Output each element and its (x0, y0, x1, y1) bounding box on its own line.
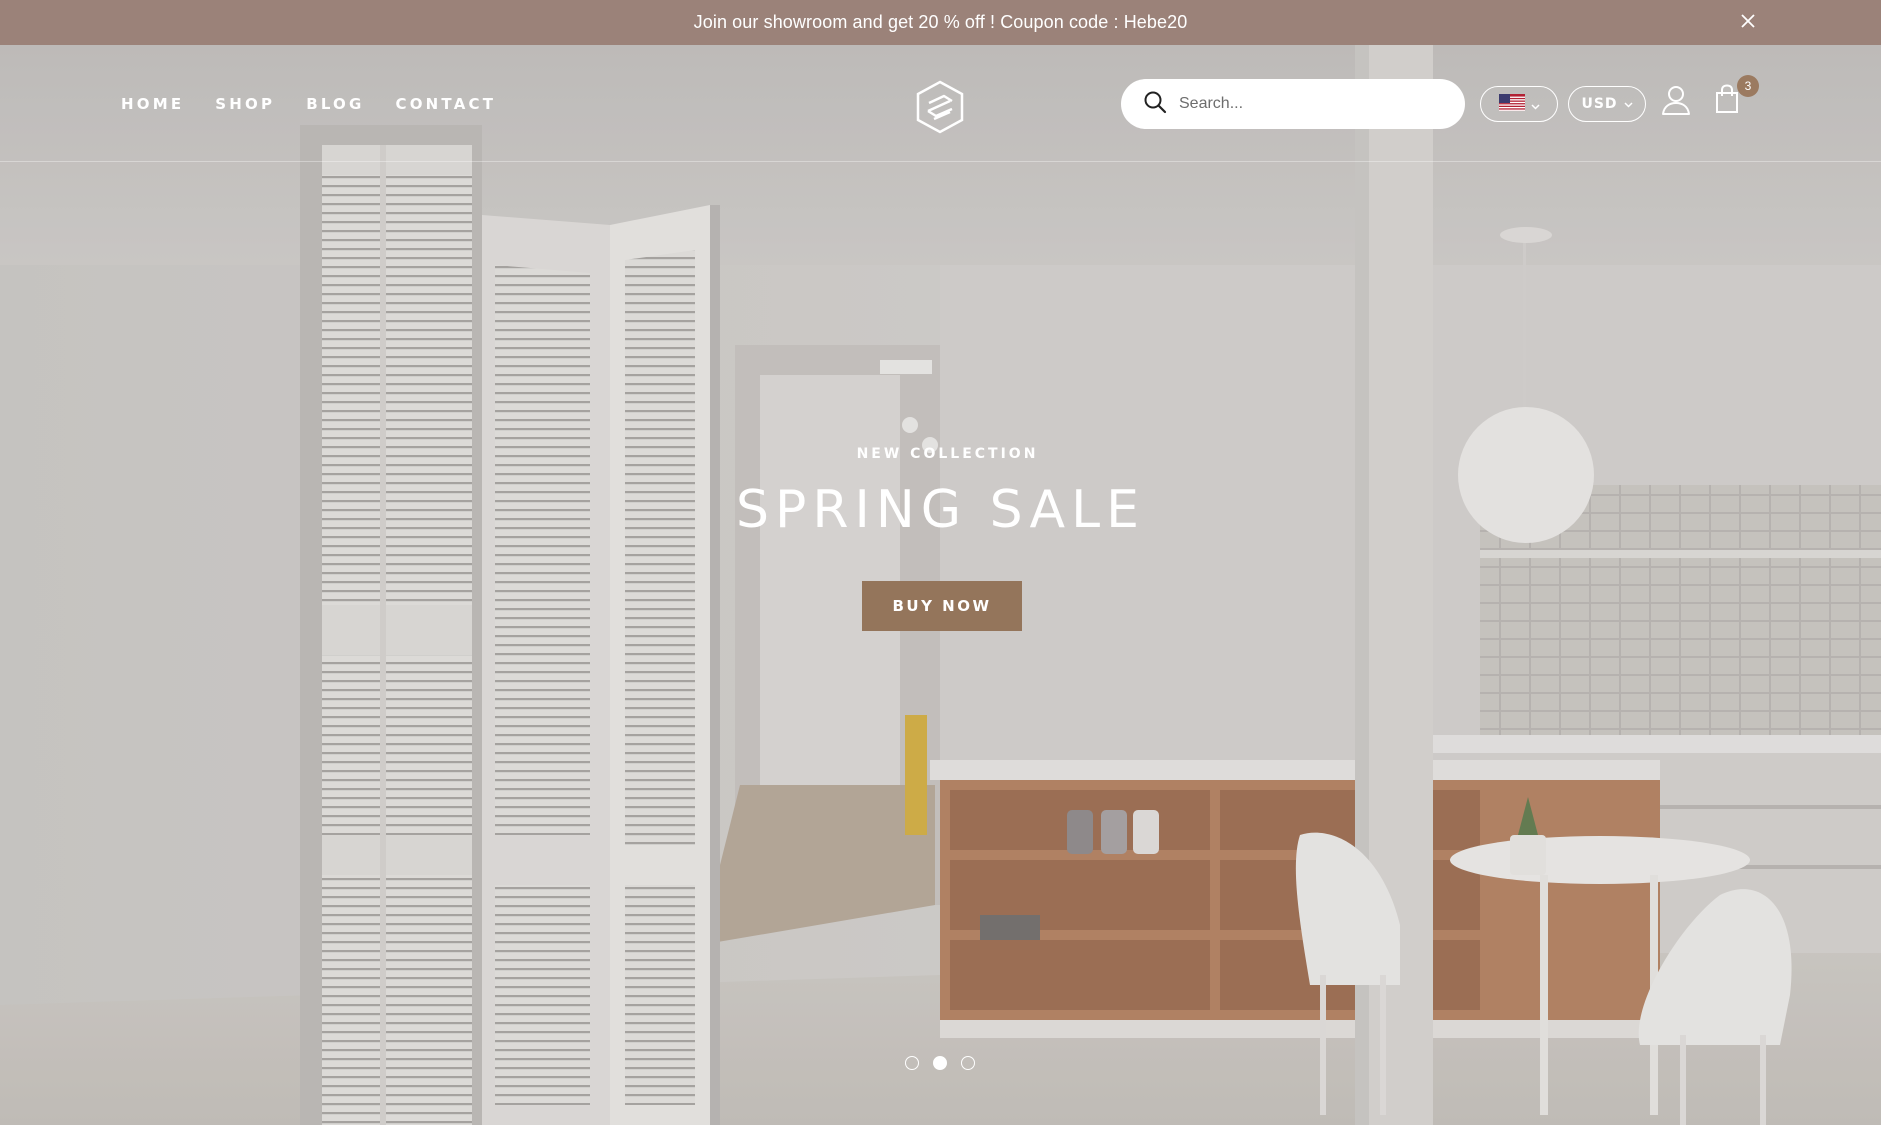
slider-dot-1[interactable] (905, 1056, 919, 1070)
us-flag-icon (1498, 93, 1525, 115)
site-header: HOME SHOP BLOG CONTACT Search... USD (0, 45, 1881, 162)
search-input[interactable] (1177, 94, 1447, 114)
currency-label: USD (1581, 96, 1618, 112)
slider-dot-2[interactable] (933, 1056, 947, 1070)
buy-now-button[interactable]: BUY NOW (862, 581, 1022, 631)
main-nav: HOME SHOP BLOG CONTACT (121, 95, 527, 113)
hero-title: SPRING SALE (736, 480, 1145, 540)
chevron-down-icon (1624, 96, 1633, 112)
announcement-bar: Join our showroom and get 20 % off ! Cou… (0, 0, 1881, 45)
slider-dot-3[interactable] (961, 1056, 975, 1070)
nav-shop[interactable]: SHOP (215, 95, 275, 113)
search-icon[interactable] (1143, 90, 1167, 118)
currency-selector[interactable]: USD (1568, 86, 1646, 122)
slider-pagination (905, 1056, 975, 1070)
chevron-down-icon (1530, 95, 1540, 114)
hero-subtitle: NEW COLLECTION (856, 446, 1039, 462)
announcement-text: Join our showroom and get 20 % off ! Cou… (693, 12, 1188, 32)
nav-blog[interactable]: BLOG (306, 95, 364, 113)
nav-home[interactable]: HOME (121, 95, 184, 113)
close-icon[interactable] (1735, 8, 1761, 34)
nav-contact[interactable]: CONTACT (396, 95, 497, 113)
language-selector[interactable] (1480, 86, 1558, 122)
search-bar (1121, 79, 1465, 129)
cart-count-badge: 3 (1737, 75, 1759, 97)
brand-logo-icon[interactable] (914, 79, 966, 135)
